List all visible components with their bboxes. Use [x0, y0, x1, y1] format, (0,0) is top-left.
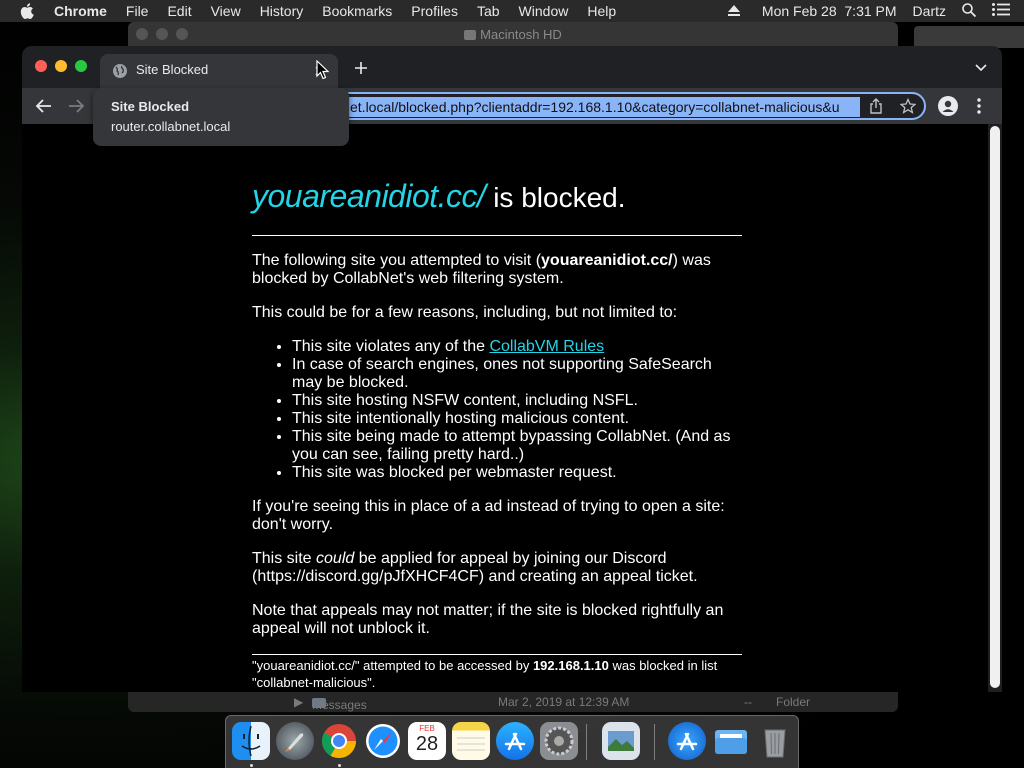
paragraph-reasons-intro: This could be for a few reasons, includi… — [252, 304, 678, 321]
page-content: youareanidiot.cc/ is blocked. The follow… — [22, 124, 988, 692]
calendar-day: 28 — [415, 733, 439, 755]
blocked-page: youareanidiot.cc/ is blocked. The follow… — [252, 178, 742, 691]
documents-folder-icon[interactable] — [712, 722, 750, 760]
menu-clock[interactable]: Mon Feb 28 7:31 PM — [762, 3, 897, 19]
background-window-edge — [914, 26, 1024, 48]
calendar-month: FEB — [419, 724, 435, 733]
back-arrow-icon[interactable] — [35, 97, 53, 115]
menu-window[interactable]: Window — [519, 3, 569, 19]
appeal-text-a: This site — [252, 550, 317, 567]
address-bar-url[interactable]: et.local/blocked.php?clientaddr=192.168.… — [348, 97, 860, 117]
disk-icon — [464, 30, 477, 40]
system-preferences-icon[interactable] — [540, 722, 578, 760]
tooltip-title: Site Blocked — [111, 99, 190, 114]
footer-text-a: "youareanidiot.cc/" attempted to be acce… — [252, 658, 533, 673]
list-item: In case of search engines, ones not supp… — [292, 356, 742, 392]
finder-row-size: -- — [744, 695, 752, 709]
paragraph-intro: The following site you attempted to visi… — [252, 252, 742, 288]
disclosure-triangle-icon[interactable]: ▶ — [294, 695, 303, 709]
blocked-site-name: youareanidiot.cc/ — [252, 178, 486, 214]
divider — [252, 235, 742, 236]
list-item: This site hosting NSFW content, includin… — [292, 392, 742, 410]
share-icon[interactable] — [868, 98, 884, 114]
finder-list-row[interactable]: ▶ Messages Mar 2, 2019 at 12:39 AM -- Fo… — [128, 692, 898, 712]
reason-text: This site violates any of the — [292, 338, 490, 355]
page-heading: youareanidiot.cc/ is blocked. — [252, 178, 742, 216]
dock: FEB 28 — [225, 715, 799, 768]
globe-icon — [112, 63, 128, 79]
menu-app-name[interactable]: Chrome — [54, 3, 107, 19]
chrome-running-indicator — [338, 764, 341, 767]
menu-tab[interactable]: Tab — [477, 3, 500, 19]
list-item: This site violates any of the CollabVM R… — [292, 338, 742, 356]
new-tab-plus-icon[interactable] — [352, 59, 370, 77]
menu-view[interactable]: View — [211, 3, 241, 19]
applications-folder-icon[interactable] — [668, 722, 706, 760]
appeal-emphasis: could — [316, 550, 355, 567]
window-zoom-button[interactable] — [75, 60, 87, 72]
list-item: This site intentionally hosting maliciou… — [292, 410, 742, 428]
menu-user[interactable]: Dartz — [913, 3, 946, 19]
menu-edit[interactable]: Edit — [167, 3, 191, 19]
tab-hover-tooltip: Site Blocked router.collabnet.local — [93, 88, 349, 146]
apple-menu-icon[interactable] — [20, 3, 36, 19]
intro-site: youareanidiot.cc/ — [541, 252, 673, 269]
calendar-icon[interactable]: FEB 28 — [408, 722, 446, 760]
mouse-pointer-icon — [316, 59, 330, 80]
tab-site-blocked[interactable]: Site Blocked — [100, 54, 338, 88]
menu-history[interactable]: History — [260, 3, 304, 19]
tab-strip: Site Blocked — [22, 46, 1002, 88]
menu-bar: Chrome File Edit View History Bookmarks … — [0, 0, 1024, 22]
paragraph-appeal: This site could be applied for appeal by… — [252, 550, 742, 586]
footer-divider — [252, 654, 742, 655]
safari-icon[interactable] — [364, 722, 402, 760]
collabvm-rules-link[interactable]: CollabVM Rules — [489, 338, 604, 355]
intro-text-a: The following site you attempted to visi… — [252, 252, 542, 269]
list-item: This site being made to attempt bypassin… — [292, 428, 742, 464]
reasons-list: This site violates any of the CollabVM R… — [292, 338, 742, 482]
launchpad-icon[interactable] — [276, 722, 314, 760]
chrome-icon[interactable] — [320, 722, 358, 760]
dock-separator — [654, 724, 655, 760]
chrome-menu-kebab-icon[interactable] — [974, 97, 984, 115]
paragraph-appeal-note: Note that appeals may not matter; if the… — [252, 602, 724, 637]
scrollbar-thumb[interactable] — [990, 126, 1000, 688]
trash-icon[interactable] — [756, 722, 794, 760]
dock-separator — [586, 724, 587, 760]
paragraph-ad-note: If you're seeing this in place of a ad i… — [252, 498, 725, 533]
footer-ip: 192.168.1.10 — [532, 658, 609, 673]
app-store-icon[interactable] — [496, 722, 534, 760]
window-minimize-button[interactable] — [55, 60, 67, 72]
finder-running-indicator — [250, 764, 253, 767]
menu-file[interactable]: File — [126, 3, 149, 19]
page-footer: "youareanidiot.cc/" attempted to be acce… — [252, 657, 742, 691]
window-close-button[interactable] — [35, 60, 47, 72]
tooltip-host: router.collabnet.local — [111, 119, 231, 134]
menu-profiles[interactable]: Profiles — [411, 3, 458, 19]
list-item: This site was blocked per webmaster requ… — [292, 464, 742, 482]
notes-icon[interactable] — [452, 722, 490, 760]
heading-suffix: is blocked. — [485, 182, 626, 213]
vertical-scrollbar[interactable] — [988, 124, 1002, 692]
forward-arrow-icon[interactable] — [67, 97, 85, 115]
finder-row-name: Messages — [312, 698, 367, 712]
menu-help[interactable]: Help — [587, 3, 616, 19]
notification-center-icon[interactable] — [992, 3, 1010, 19]
finder-window-title: Macintosh HD — [480, 27, 562, 42]
tab-title: Site Blocked — [136, 62, 209, 77]
bookmark-star-icon[interactable] — [899, 97, 917, 114]
tab-search-chevron-icon[interactable] — [974, 61, 988, 73]
eject-icon[interactable] — [727, 3, 740, 19]
finder-row-kind: Folder — [776, 695, 811, 709]
spotlight-search-icon[interactable] — [962, 2, 977, 20]
finder-icon[interactable] — [232, 722, 270, 760]
finder-row-date: Mar 2, 2019 at 12:39 AM — [498, 695, 630, 709]
finder-titlebar: Macintosh HD — [128, 22, 898, 46]
menu-bookmarks[interactable]: Bookmarks — [322, 3, 392, 19]
preview-icon[interactable] — [602, 722, 640, 760]
profile-avatar-icon[interactable] — [938, 96, 958, 116]
